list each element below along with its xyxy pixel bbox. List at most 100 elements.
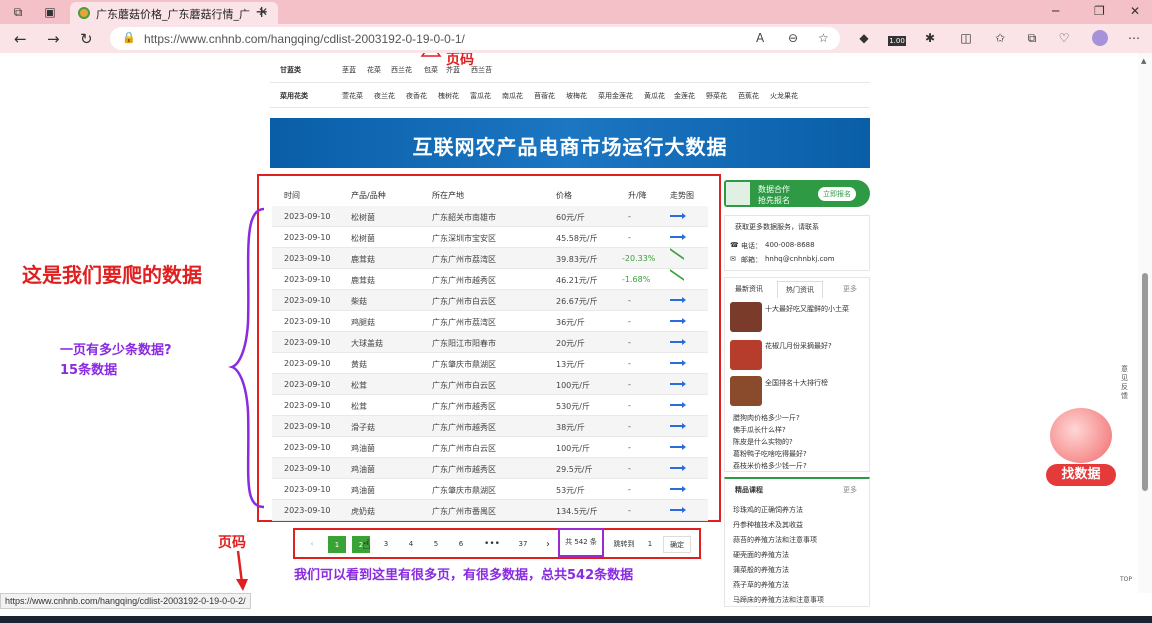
category-item[interactable]: 苜蓿花 xyxy=(534,91,555,101)
data-cooperation-promo[interactable]: 数据合作 抢先报名 立即报名 xyxy=(724,180,870,207)
news-headline[interactable]: 十大最好吃又腥鲜的小土菜 xyxy=(765,304,849,314)
lock-icon[interactable]: 🔒 xyxy=(122,31,136,44)
profile-avatar[interactable] xyxy=(1092,30,1108,46)
cell-product[interactable]: 松树菌 xyxy=(351,212,375,223)
table-row[interactable]: 2023-09-10 鹿茸菇 广东广州市越秀区 46.21元/斤 -1.68% xyxy=(272,269,708,290)
trend-up-icon[interactable] xyxy=(670,507,686,513)
news-list-item[interactable]: 荔枝米价格多少钱一斤? xyxy=(733,461,807,471)
course-item[interactable]: 燕子草的养殖方法 xyxy=(733,580,789,590)
trend-up-icon[interactable] xyxy=(670,465,686,471)
trend-up-icon[interactable] xyxy=(670,297,686,303)
table-row[interactable]: 2023-09-10 松茸 广东广州市白云区 100元/斤 - xyxy=(272,374,708,395)
table-row[interactable]: 2023-09-10 松树菌 广东韶关市南雄市 60元/斤 - xyxy=(272,206,708,227)
favorites-icon[interactable]: ✩ xyxy=(992,30,1008,46)
news-more-link[interactable]: 更多 xyxy=(843,284,857,294)
trend-down-icon[interactable] xyxy=(670,269,684,289)
cell-product[interactable]: 虎奶菇 xyxy=(351,506,375,517)
goto-confirm-button[interactable]: 确定 xyxy=(663,536,691,553)
next-page-button[interactable]: › xyxy=(539,536,557,553)
url-text[interactable]: https://www.cnhnb.com/hangqing/cdlist-20… xyxy=(144,32,465,46)
refresh-icon[interactable]: ↻ xyxy=(80,30,93,48)
cell-product[interactable]: 柴菇 xyxy=(351,296,367,307)
cell-product[interactable]: 鸡腿菇 xyxy=(351,317,375,328)
table-row[interactable]: 2023-09-10 黄菇 广东肇庆市鼎湖区 13元/斤 - xyxy=(272,353,708,374)
news-thumbnail[interactable] xyxy=(730,340,762,370)
extension-shield-icon[interactable]: ◆ xyxy=(856,30,872,46)
cell-product[interactable]: 黄菇 xyxy=(351,359,367,370)
cell-product[interactable]: 滑子菇 xyxy=(351,422,375,433)
category-item[interactable]: 夜香花 xyxy=(406,91,427,101)
find-data-button[interactable]: 找数据 xyxy=(1046,464,1116,486)
table-row[interactable]: 2023-09-10 鸡油菌 广东广州市越秀区 29.5元/斤 - xyxy=(272,458,708,479)
cell-product[interactable]: 松茸 xyxy=(351,401,367,412)
page-37-button[interactable]: 37 xyxy=(514,536,532,553)
category-item[interactable]: 火龙果花 xyxy=(770,91,798,101)
table-row[interactable]: 2023-09-10 松茸 广东广州市越秀区 530元/斤 - xyxy=(272,395,708,416)
page-scrollbar[interactable]: ▲ xyxy=(1138,53,1152,593)
cell-product[interactable]: 鸡油菌 xyxy=(351,443,375,454)
cell-product[interactable]: 松树菌 xyxy=(351,233,375,244)
table-row[interactable]: 2023-09-10 柴菇 广东广州市白云区 26.67元/斤 - xyxy=(272,290,708,311)
category-item[interactable]: 槐树花 xyxy=(438,91,459,101)
course-item[interactable]: 珍珠鸡的正确饲养方法 xyxy=(733,505,803,515)
page-3-button[interactable]: 3 xyxy=(377,536,395,553)
cell-product[interactable]: 鹿茸菇 xyxy=(351,275,375,286)
page-4-button[interactable]: 4 xyxy=(402,536,420,553)
category-item[interactable]: 野菜花 xyxy=(706,91,727,101)
trend-up-icon[interactable] xyxy=(670,486,686,492)
news-list-item[interactable]: 佛手瓜长什么样? xyxy=(733,425,786,435)
trend-up-icon[interactable] xyxy=(670,423,686,429)
cell-product[interactable]: 鸡油菌 xyxy=(351,464,375,475)
table-row[interactable]: 2023-09-10 鹿茸菇 广东广州市荔湾区 39.83元/斤 -20.33% xyxy=(272,248,708,269)
tab-actions-icon[interactable]: ▣ xyxy=(42,4,58,20)
page-5-button[interactable]: 5 xyxy=(427,536,445,553)
table-row[interactable]: 2023-09-10 虎奶菇 广东广州市番禺区 134.5元/斤 - xyxy=(272,500,708,521)
category-item[interactable]: 包菜 xyxy=(424,65,438,75)
course-more-link[interactable]: 更多 xyxy=(843,485,857,495)
new-tab-icon[interactable]: + xyxy=(255,2,268,21)
category-item[interactable]: 花菜 xyxy=(367,65,381,75)
signup-button[interactable]: 立即报名 xyxy=(818,187,856,201)
cell-product[interactable]: 大球盖菇 xyxy=(351,338,383,349)
category-item[interactable]: 芭蕉花 xyxy=(738,91,759,101)
maximize-icon[interactable]: ❐ xyxy=(1094,4,1105,18)
course-item[interactable]: 丹参种植技术及其收益 xyxy=(733,520,803,530)
collections-icon[interactable]: ⧉ xyxy=(1024,30,1040,46)
prev-page-button[interactable]: ‹ xyxy=(303,536,321,553)
news-list-item[interactable]: 腊狗肉价格多少一斤? xyxy=(733,413,800,423)
course-item[interactable]: 蒜苔的养殖方法和注意事项 xyxy=(733,535,817,545)
trend-up-icon[interactable] xyxy=(670,381,686,387)
cell-product[interactable]: 鹿茸菇 xyxy=(351,254,375,265)
trend-up-icon[interactable] xyxy=(670,339,686,345)
forward-icon[interactable]: → xyxy=(47,30,60,48)
table-row[interactable]: 2023-09-10 鸡油菌 广东肇庆市鼎湖区 53元/斤 - xyxy=(272,479,708,500)
table-row[interactable]: 2023-09-10 鸡油菌 广东广州市白云区 100元/斤 - xyxy=(272,437,708,458)
cell-product[interactable]: 松茸 xyxy=(351,380,367,391)
news-list-item[interactable]: 陈皮是什么实物的? xyxy=(733,437,793,447)
trend-up-icon[interactable] xyxy=(670,402,686,408)
category-item[interactable]: 南瓜花 xyxy=(502,91,523,101)
feedback-float[interactable]: 意见反馈 xyxy=(1121,365,1131,401)
course-item[interactable]: 马蹄床的养殖方法和注意事项 xyxy=(733,595,824,605)
zoom-icon[interactable]: ⊖ xyxy=(788,31,798,45)
trend-up-icon[interactable] xyxy=(670,213,686,219)
goto-page-input[interactable]: 1 xyxy=(641,536,659,553)
category-item[interactable]: 西兰苔 xyxy=(471,65,492,75)
browser-essentials-icon[interactable]: ♡ xyxy=(1056,30,1072,46)
back-to-top-button[interactable]: TOP xyxy=(1120,576,1132,583)
trend-up-icon[interactable] xyxy=(670,318,686,324)
category-item[interactable]: 坡梅花 xyxy=(566,91,587,101)
table-row[interactable]: 2023-09-10 滑子菇 广东广州市越秀区 38元/斤 - xyxy=(272,416,708,437)
trend-up-icon[interactable] xyxy=(670,444,686,450)
course-item[interactable]: 蒲菜般的养殖方法 xyxy=(733,565,789,575)
scrollbar-thumb[interactable] xyxy=(1142,273,1148,491)
category-item[interactable]: 菜用金莲花 xyxy=(598,91,633,101)
news-thumbnail[interactable] xyxy=(730,302,762,332)
category-item[interactable]: 茎蓝 xyxy=(342,65,356,75)
trend-up-icon[interactable] xyxy=(670,360,686,366)
split-screen-icon[interactable]: ◫ xyxy=(958,30,974,46)
category-item[interactable]: 金莲花 xyxy=(674,91,695,101)
active-tab[interactable]: 广东蘑菇价格_广东蘑菇行情_广 ✕ xyxy=(70,2,278,24)
favorite-star-icon[interactable]: ☆ xyxy=(818,31,829,45)
category-item[interactable]: 西兰花 xyxy=(391,65,412,75)
